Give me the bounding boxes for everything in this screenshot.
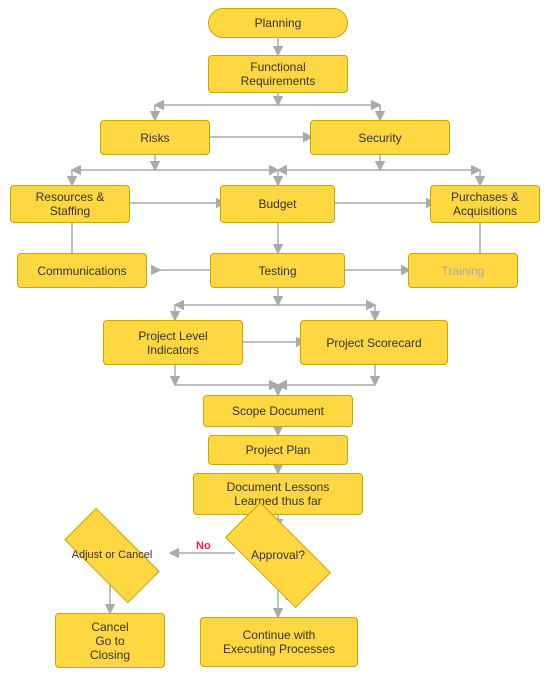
testing-node: Testing — [210, 253, 345, 288]
project-plan-node: Project Plan — [208, 435, 348, 465]
security-node: Security — [310, 120, 450, 155]
project-scorecard-node: Project Scorecard — [300, 320, 448, 365]
no-label: No — [196, 540, 211, 552]
budget-node: Budget — [220, 185, 335, 223]
document-lessons-node: Document Lessons Learned thus far — [193, 473, 363, 515]
communications-node: Communications — [17, 253, 147, 288]
continue-executing-node: Continue with Executing Processes — [200, 617, 358, 667]
approval-diamond: Approval? — [228, 520, 328, 590]
functional-requirements-node: Functional Requirements — [208, 55, 348, 93]
adjust-cancel-shape — [64, 507, 159, 602]
training-node: Training — [408, 253, 518, 288]
flowchart-diagram: No Yes Planning Functional Requirements … — [0, 0, 557, 678]
project-level-indicators-node: Project Level Indicators — [103, 320, 243, 365]
risks-node: Risks — [100, 120, 210, 155]
resources-staffing-node: Resources & Staffing — [10, 185, 130, 223]
scope-document-node: Scope Document — [203, 395, 353, 427]
adjust-cancel-diamond: Adjust or Cancel — [57, 520, 167, 590]
planning-node: Planning — [208, 8, 348, 38]
approval-shape — [225, 502, 331, 608]
purchases-acquisitions-node: Purchases & Acquisitions — [430, 185, 540, 223]
cancel-closing-node: Cancel Go to Closing — [55, 613, 165, 668]
